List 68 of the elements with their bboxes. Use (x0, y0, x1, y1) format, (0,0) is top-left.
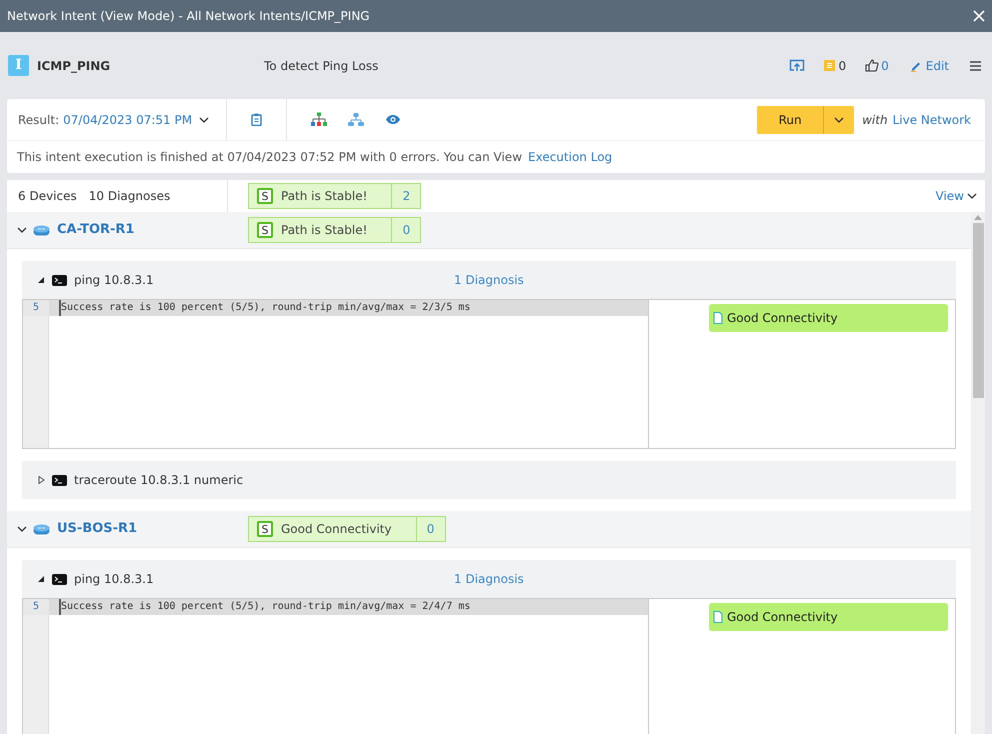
intent-badge: I (8, 55, 29, 76)
device-count: 6 Devices (18, 188, 77, 205)
diagnosis-count: 10 Diagnoses (88, 188, 170, 205)
status-letter: S (257, 222, 273, 238)
like-count: 0 (881, 58, 889, 74)
terminal-icon (52, 574, 67, 584)
execution-message: This intent execution is finished at 07/04/2023 07:52 PM with 0 errors. You can View (17, 149, 522, 166)
view-dropdown[interactable]: View (936, 187, 977, 205)
chevron-icon (967, 193, 977, 199)
eye-icon[interactable] (385, 114, 401, 125)
device-name[interactable]: CA-TOR-R1 (57, 220, 248, 240)
collapsed-triangle-icon[interactable] (38, 476, 45, 484)
thumbs-up-icon[interactable] (865, 59, 880, 72)
expanded-triangle-icon[interactable] (38, 575, 45, 583)
with-label: with (862, 112, 888, 128)
chevron-down-icon[interactable] (17, 524, 27, 534)
execution-log-link[interactable]: Execution Log (528, 148, 612, 166)
device-header[interactable]: US-BOS-R1 S Good Connectivity 0 (7, 511, 971, 548)
live-network-link[interactable]: Live Network (892, 110, 971, 128)
line-number: 5 (23, 599, 49, 615)
scrollbar-thumb[interactable] (972, 223, 984, 398)
status-text: Good Connectivity (281, 521, 393, 538)
command-text: traceroute 10.8.3.1 numeric (74, 472, 244, 489)
result-label: Result: (18, 112, 60, 128)
diagnosis-link[interactable]: 1 Diagnosis (454, 271, 524, 289)
comment-count: 0 (838, 58, 846, 74)
diagnosis-link[interactable]: 1 Diagnosis (454, 570, 524, 588)
device-name[interactable]: US-BOS-R1 (57, 519, 248, 539)
status-text: Path is Stable! (281, 222, 368, 239)
intent-name: ICMP_PING (37, 58, 112, 74)
command-text: ping 10.8.3.1 (74, 272, 155, 289)
command-header[interactable]: ping 10.8.3.1 1 Diagnosis (22, 560, 956, 598)
status-letter: S (257, 188, 273, 204)
document-icon (713, 312, 723, 324)
result-dropdown[interactable]: 07/04/2023 07:51 PM (63, 110, 210, 128)
terminal-icon (52, 274, 67, 286)
hierarchy-icon[interactable] (311, 112, 327, 127)
close-icon[interactable] (973, 10, 985, 22)
chevron-down-icon[interactable] (17, 225, 27, 235)
edit-button[interactable]: Edit (910, 56, 949, 74)
clipboard-icon[interactable] (251, 113, 262, 126)
line-number: 5 (23, 300, 49, 316)
status-text: Path is Stable! (281, 188, 368, 205)
chevron-icon (199, 116, 210, 122)
status-count: 0 (416, 517, 445, 541)
diagnosis-text: Good Connectivity (727, 310, 838, 327)
share-icon[interactable] (789, 59, 806, 72)
status-count: 0 (391, 218, 420, 242)
router-icon (33, 224, 50, 236)
document-icon (713, 611, 723, 623)
window-title: Network Intent (View Mode) - All Network Intents/ICMP_PING (7, 8, 370, 25)
output-line: Success rate is 100 percent (5/5), round-trip min/avg/max = 2/3/5 ms (59, 300, 470, 316)
status-letter: S (257, 521, 273, 537)
command-header[interactable]: ping 10.8.3.1 1 Diagnosis (22, 261, 956, 299)
menu-icon[interactable] (970, 60, 981, 70)
command-text: ping 10.8.3.1 (74, 571, 155, 588)
pencil-icon (910, 60, 922, 72)
command-header[interactable]: traceroute 10.8.3.1 numeric (22, 461, 956, 499)
topology-icon[interactable] (348, 112, 364, 126)
output-line: Success rate is 100 percent (5/5), round-trip min/avg/max = 2/4/7 ms (59, 599, 470, 615)
terminal-icon (52, 474, 67, 486)
status-count: 2 (391, 184, 420, 208)
expanded-triangle-icon[interactable] (38, 276, 45, 284)
router-icon (33, 524, 50, 534)
device-header[interactable]: CA-TOR-R1 S Path is Stable! 0 (7, 212, 971, 249)
chevron-icon (834, 116, 844, 122)
intent-description: To detect Ping Loss (264, 58, 378, 74)
diagnosis-text: Good Connectivity (727, 609, 838, 626)
